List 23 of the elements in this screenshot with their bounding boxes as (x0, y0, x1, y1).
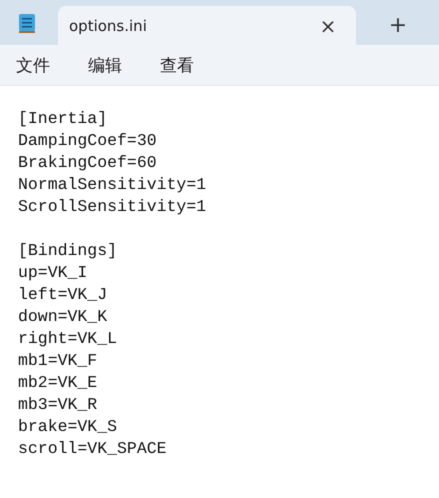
menu-item[interactable]: 编辑 (80, 50, 130, 80)
text-line: up=VK_I (18, 262, 88, 284)
text-line: brake=VK_S (18, 416, 118, 438)
text-line: left=VK_J (18, 284, 108, 306)
text-line: NormalSensitivity=1 (18, 174, 206, 196)
text-line: ScrollSensitivity=1 (18, 196, 206, 218)
text-line: scroll=VK_SPACE (18, 438, 167, 460)
text-line: [Inertia] (18, 108, 108, 130)
text-line: mb3=VK_R (18, 394, 98, 416)
text-line: DampingCoef=30 (18, 130, 157, 152)
text-line: BrakingCoef=60 (18, 152, 157, 174)
text-line: mb1=VK_F (18, 350, 98, 372)
menu-item[interactable]: 文件 (8, 50, 58, 80)
text-line: right=VK_L (18, 328, 118, 350)
text-line: [Bindings] (18, 240, 118, 262)
file-tab[interactable]: options.ini × (58, 6, 356, 45)
close-tab-button[interactable]: × (308, 10, 348, 42)
tab-title: options.ini (69, 16, 148, 34)
new-tab-button[interactable]: + (378, 8, 418, 42)
text-line: mb2=VK_E (18, 372, 98, 394)
menu-item[interactable]: 查看 (152, 50, 202, 80)
notepad-icon (18, 12, 36, 34)
text-line: down=VK_K (18, 306, 108, 328)
